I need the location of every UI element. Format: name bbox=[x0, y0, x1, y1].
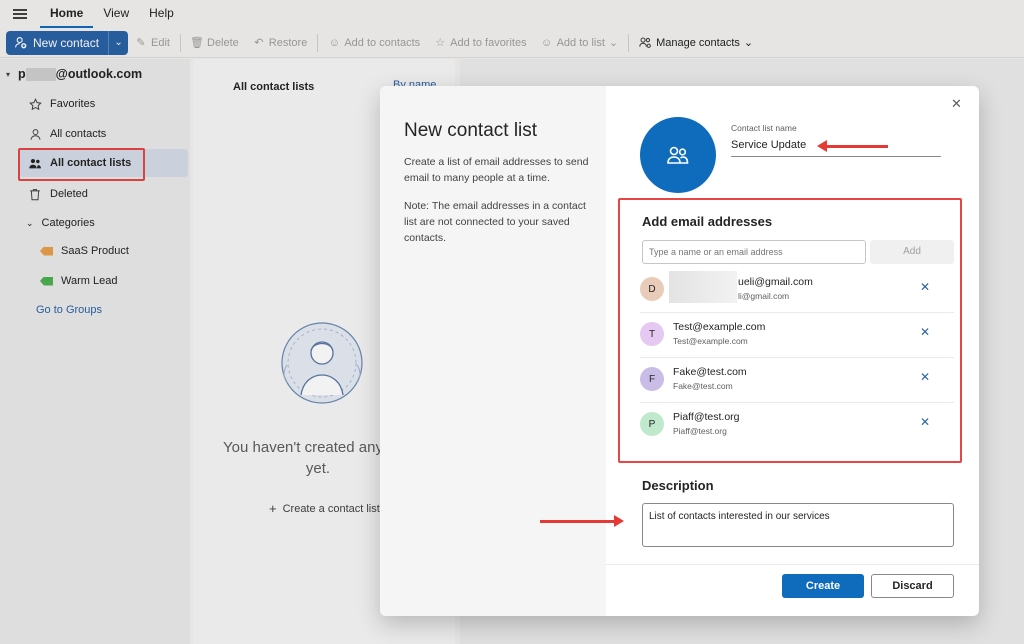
annotation-arrow bbox=[817, 140, 888, 152]
divider bbox=[606, 564, 979, 565]
dialog-note: Note: The email addresses in a contact l… bbox=[404, 200, 586, 244]
close-icon[interactable]: ✕ bbox=[951, 96, 962, 112]
discard-button[interactable]: Discard bbox=[871, 574, 954, 598]
contact-list-avatar[interactable] bbox=[640, 117, 716, 193]
annotation-arrow bbox=[540, 515, 624, 527]
highlight-box bbox=[618, 198, 962, 463]
dialog-title: New contact list bbox=[404, 120, 538, 141]
description-heading: Description bbox=[642, 478, 714, 493]
contact-list-name-input[interactable]: Service Update bbox=[731, 139, 941, 157]
dialog-description: Create a list of email addresses to send… bbox=[404, 156, 589, 184]
create-button[interactable]: Create bbox=[782, 574, 864, 598]
description-textarea[interactable]: List of contacts interested in our servi… bbox=[642, 503, 954, 547]
new-contact-list-dialog: New contact list Create a list of email … bbox=[380, 86, 979, 616]
dialog-info-panel: New contact list Create a list of email … bbox=[380, 86, 606, 616]
contact-list-name-label: Contact list name bbox=[731, 123, 797, 133]
people-icon bbox=[667, 146, 689, 164]
